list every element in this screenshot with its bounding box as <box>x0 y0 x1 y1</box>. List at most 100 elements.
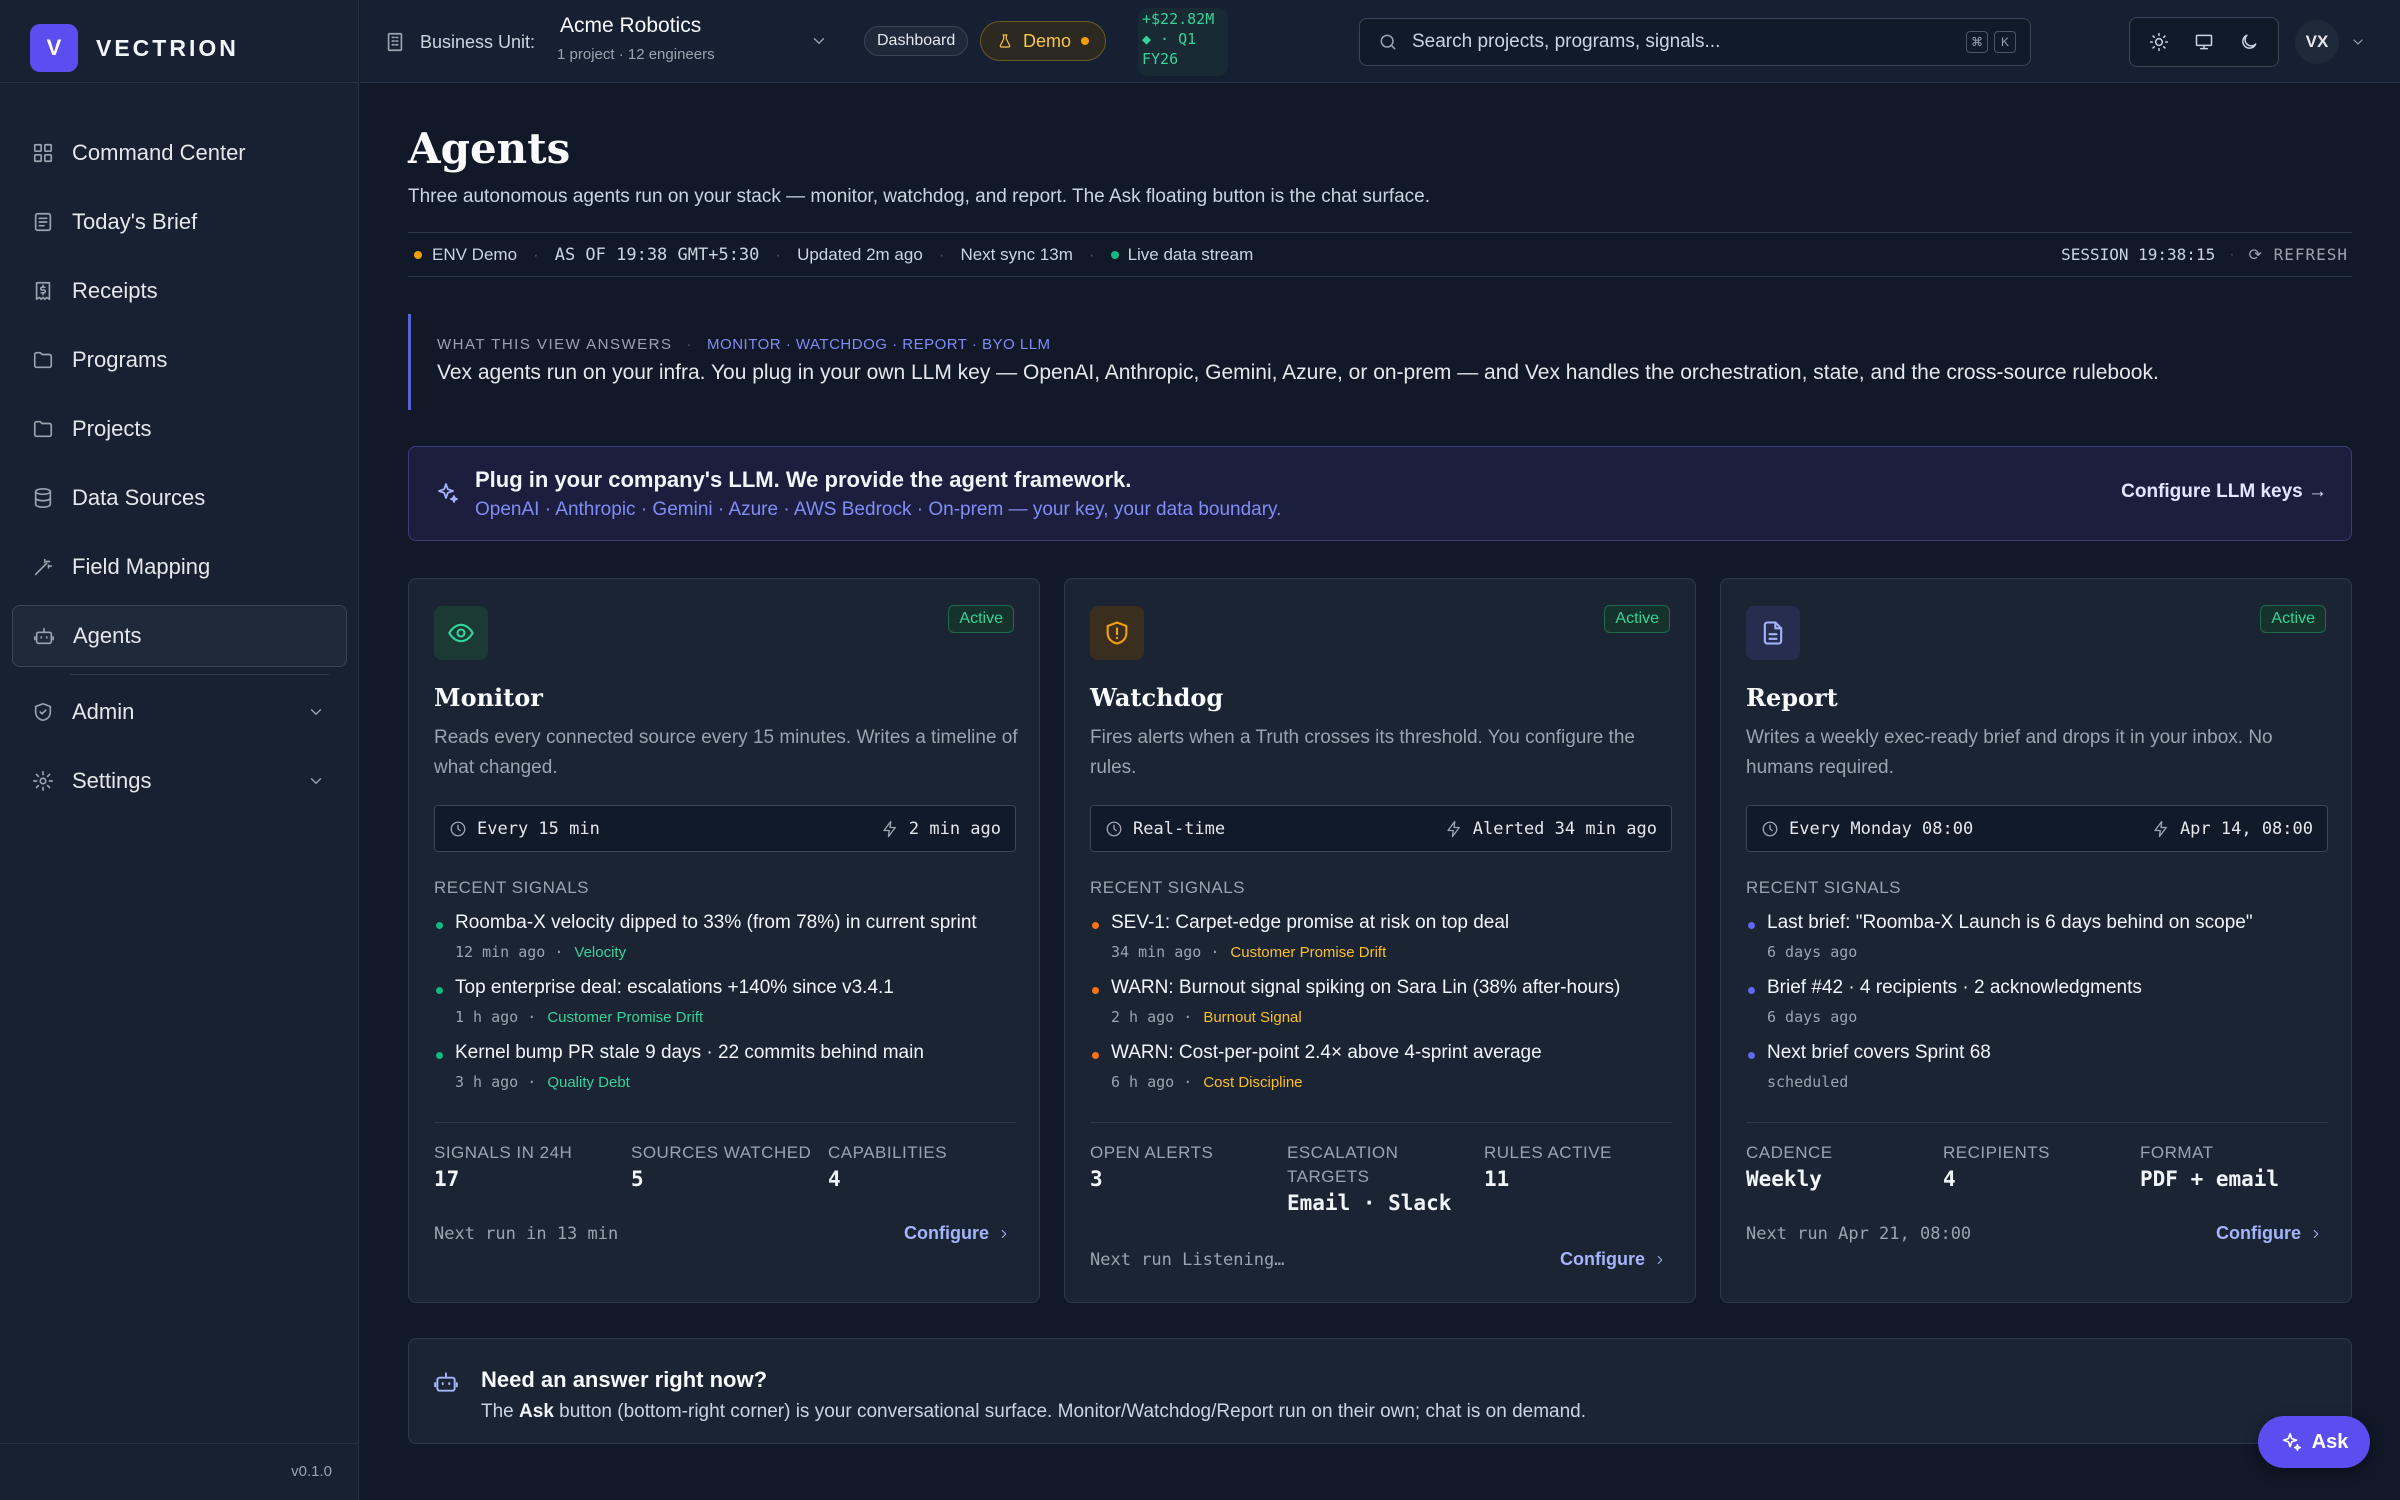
sidebar-item-programs[interactable]: Programs <box>12 329 347 391</box>
last-run: Alerted 34 min ago <box>1445 819 1657 839</box>
sidebar-item-label: Data Sources <box>72 485 206 510</box>
shield-check-icon <box>34 702 52 722</box>
folder-icon <box>33 420 53 438</box>
stat-label: FORMAT <box>2140 1143 2214 1162</box>
schedule-cadence: Every 15 min <box>449 819 600 839</box>
bot-icon <box>34 627 54 645</box>
ticker-line: +$22.82M <box>1142 10 1215 28</box>
chevron-down-icon[interactable] <box>2350 34 2366 50</box>
stat-cadence: CADENCE Weekly <box>1746 1141 1936 1191</box>
signal-text: Last brief: "Roomba-X Launch is 6 days b… <box>1767 912 2253 933</box>
signal-meta: scheduled <box>1767 1073 1849 1091</box>
chevron-right-icon <box>1001 1229 1007 1238</box>
signal-meta: 1 h ago · Customer Promise Drift <box>455 1008 703 1026</box>
kbd-key: ⌘ <box>1966 31 1988 53</box>
stat-label: SIGNALS IN 24H <box>434 1143 573 1162</box>
stat-signals-24h: SIGNALS IN 24H 17 <box>434 1141 624 1191</box>
signal-text: Roomba-X velocity dipped to 33% (from 78… <box>455 912 977 933</box>
sidebar-item-command-center[interactable]: Command Center <box>12 122 347 184</box>
demo-badge[interactable]: Demo <box>980 21 1107 61</box>
stat-label: RULES ACTIVE <box>1484 1143 1612 1162</box>
agent-icon-box <box>1746 606 1800 660</box>
ask-hint-panel: Need an answer right now? The Ask button… <box>408 1338 2352 1444</box>
last-run-label: 2 min ago <box>908 819 1001 839</box>
eye-icon <box>448 623 474 643</box>
flask-icon <box>999 34 1011 48</box>
signal-text: Top enterprise deal: escalations +140% s… <box>455 977 894 998</box>
sidebar-item-admin[interactable]: Admin <box>12 681 347 743</box>
refresh-button[interactable]: ⟳ REFRESH <box>2249 245 2348 264</box>
sidebar-item-receipts[interactable]: Receipts <box>12 260 347 322</box>
sun-icon[interactable] <box>2149 32 2169 52</box>
configure-llm-keys-link[interactable]: Configure LLM keys → <box>2121 481 2327 503</box>
chevron-down-icon <box>813 38 825 44</box>
as-of-label: AS OF 19:38 GMT+5:30 <box>554 244 760 265</box>
signal-meta: 12 min ago · Velocity <box>455 943 626 961</box>
stat-label: SOURCES WATCHED <box>631 1143 812 1162</box>
sidebar-item-data-sources[interactable]: Data Sources <box>12 467 347 529</box>
recent-signals-heading: RECENT SIGNALS <box>1746 878 1902 897</box>
avatar[interactable]: VX <box>2295 20 2339 64</box>
callout-tags: MONITOR · WATCHDOG · REPORT · BYO LLM <box>707 336 1051 353</box>
signal-tag: Burnout Signal <box>1203 1009 1302 1026</box>
ticker-line: ◆ · Q1 <box>1142 30 1197 48</box>
page-title: Agents <box>408 124 571 173</box>
stat-escalation-targets: ESCALATION TARGETS Email · Slack <box>1287 1141 1457 1215</box>
sidebar-item-projects[interactable]: Projects <box>12 398 347 460</box>
sidebar-item-todays-brief[interactable]: Today's Brief <box>12 191 347 253</box>
chevron-right-icon <box>2313 1229 2319 1238</box>
configure-button[interactable]: Configure <box>904 1223 1011 1244</box>
sidebar-item-agents[interactable]: Agents <box>12 605 347 667</box>
env-label: ENV Demo <box>432 244 518 264</box>
separator: · <box>533 244 539 264</box>
stat-value: 4 <box>828 1167 841 1191</box>
next-run-label: Next run in 13 min <box>434 1224 619 1244</box>
sidebar-divider <box>0 1443 359 1444</box>
separator: · <box>938 244 945 264</box>
sidebar-item-field-mapping[interactable]: Field Mapping <box>12 536 347 598</box>
keyboard-shortcut: ⌘ K <box>1966 31 2016 53</box>
ask-button[interactable]: Ask <box>2258 1416 2370 1468</box>
signal-time: 1 h ago · <box>455 1008 537 1026</box>
stat-value: 17 <box>434 1167 460 1191</box>
signal-time: 12 min ago · <box>455 943 564 961</box>
ask-hint-text: The Ask button (bottom-right corner) is … <box>481 1401 1586 1423</box>
search-input[interactable]: Search projects, programs, signals... ⌘ … <box>1359 18 2031 66</box>
stat-value: 11 <box>1484 1167 1510 1191</box>
sidebar-divider <box>70 674 329 675</box>
stat-value: 3 <box>1090 1167 1103 1191</box>
sidebar-item-label: Admin <box>72 699 135 724</box>
business-unit-label: Business Unit: <box>420 31 536 52</box>
signal-tag: Customer Promise Drift <box>1230 944 1387 961</box>
llm-banner: Plug in your company's LLM. We provide t… <box>408 446 2352 541</box>
search-placeholder: Search projects, programs, signals... <box>1412 31 1721 52</box>
signal-bullet <box>1092 987 1099 994</box>
signal-meta: 6 h ago · Cost Discipline <box>1111 1073 1303 1091</box>
env-dot <box>414 250 422 259</box>
shield-alert-icon <box>1106 621 1128 645</box>
next-run-label: Next run Apr 21, 08:00 <box>1746 1224 1972 1244</box>
agent-name: Report <box>1746 683 1838 712</box>
lightning-icon <box>1447 820 1460 838</box>
stat-value: Email · Slack <box>1287 1191 1452 1215</box>
brand-logo: V <box>30 24 78 72</box>
bot-icon <box>434 1372 458 1392</box>
configure-button[interactable]: Configure <box>1560 1249 1667 1270</box>
dashboard-badge[interactable]: Dashboard <box>864 26 969 56</box>
stat-rules-active: RULES ACTIVE 11 <box>1484 1141 1674 1191</box>
card-divider <box>1090 1122 1672 1123</box>
brand[interactable]: V VECTRION <box>30 24 239 72</box>
configure-button[interactable]: Configure <box>2216 1223 2323 1244</box>
moon-icon[interactable] <box>2239 32 2259 52</box>
live-label: Live data stream <box>1127 244 1254 264</box>
callout-text: Vex agents run on your infra. You plug i… <box>437 361 2159 384</box>
sidebar-item-settings[interactable]: Settings <box>12 750 347 812</box>
signal-text: Brief #42 · 4 recipients · 2 acknowledgm… <box>1767 977 2142 998</box>
signal-meta: 2 h ago · Burnout Signal <box>1111 1008 1302 1026</box>
business-unit-name: Acme Robotics <box>560 14 702 37</box>
schedule-bar: Every 15 min 2 min ago <box>434 805 1016 852</box>
agent-description: Writes a weekly exec-ready brief and dro… <box>1746 727 2273 778</box>
monitor-icon[interactable] <box>2194 32 2214 52</box>
configure-label: Configure <box>904 1223 989 1243</box>
updated-label: Updated 2m ago <box>797 244 923 264</box>
